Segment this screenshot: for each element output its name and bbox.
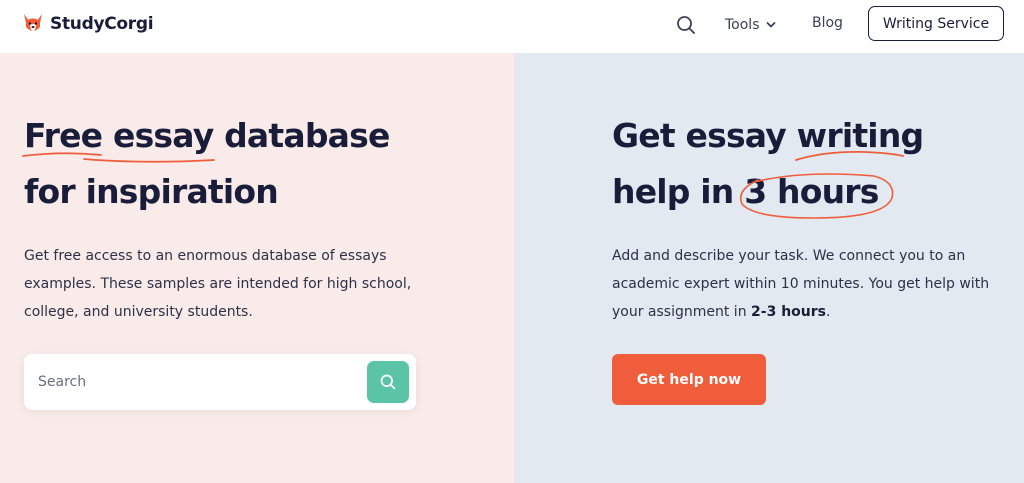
database-heading: Free essay database for inspiration bbox=[22, 108, 390, 220]
heading-word-writing: writing bbox=[794, 108, 924, 164]
turnaround-time: 2-3 hours bbox=[751, 304, 826, 320]
chevron-down-icon bbox=[766, 22, 775, 28]
underline-mark bbox=[83, 158, 215, 163]
heading-line: help in 3 hours bbox=[612, 172, 894, 219]
nav-tools-label: Tools bbox=[725, 17, 760, 33]
heading-line: Free essay database bbox=[22, 116, 390, 163]
writing-service-button[interactable]: Writing Service bbox=[868, 6, 1004, 41]
heading-word-essay: essay bbox=[83, 108, 215, 164]
logo[interactable]: StudyCorgi bbox=[22, 10, 154, 38]
search-bar bbox=[24, 354, 416, 410]
heading-phrase-3-hours: 3 hours bbox=[740, 164, 894, 220]
search-icon[interactable] bbox=[675, 14, 697, 36]
database-description: Get free access to an enormous database … bbox=[24, 248, 412, 320]
search-input[interactable] bbox=[38, 372, 338, 392]
corgi-icon bbox=[24, 14, 42, 31]
heading-line: for inspiration bbox=[24, 172, 279, 211]
circle-mark bbox=[740, 173, 894, 219]
nav-blog-link[interactable]: Blog bbox=[812, 15, 843, 31]
swoosh-mark bbox=[794, 151, 904, 161]
heading-line: Get essay writing bbox=[612, 116, 924, 161]
get-help-now-button[interactable]: Get help now bbox=[612, 354, 766, 405]
nav-tools-menu[interactable]: Tools bbox=[725, 15, 776, 35]
search-icon bbox=[380, 374, 396, 390]
site-header: StudyCorgi Tools Blog Writing Service bbox=[0, 0, 1024, 53]
writing-help-description: Add and describe your task. We connect y… bbox=[612, 248, 990, 320]
search-button[interactable] bbox=[367, 361, 409, 403]
brand-name: StudyCorgi bbox=[50, 14, 154, 34]
writing-help-heading: Get essay writing help in 3 hours bbox=[612, 108, 924, 220]
